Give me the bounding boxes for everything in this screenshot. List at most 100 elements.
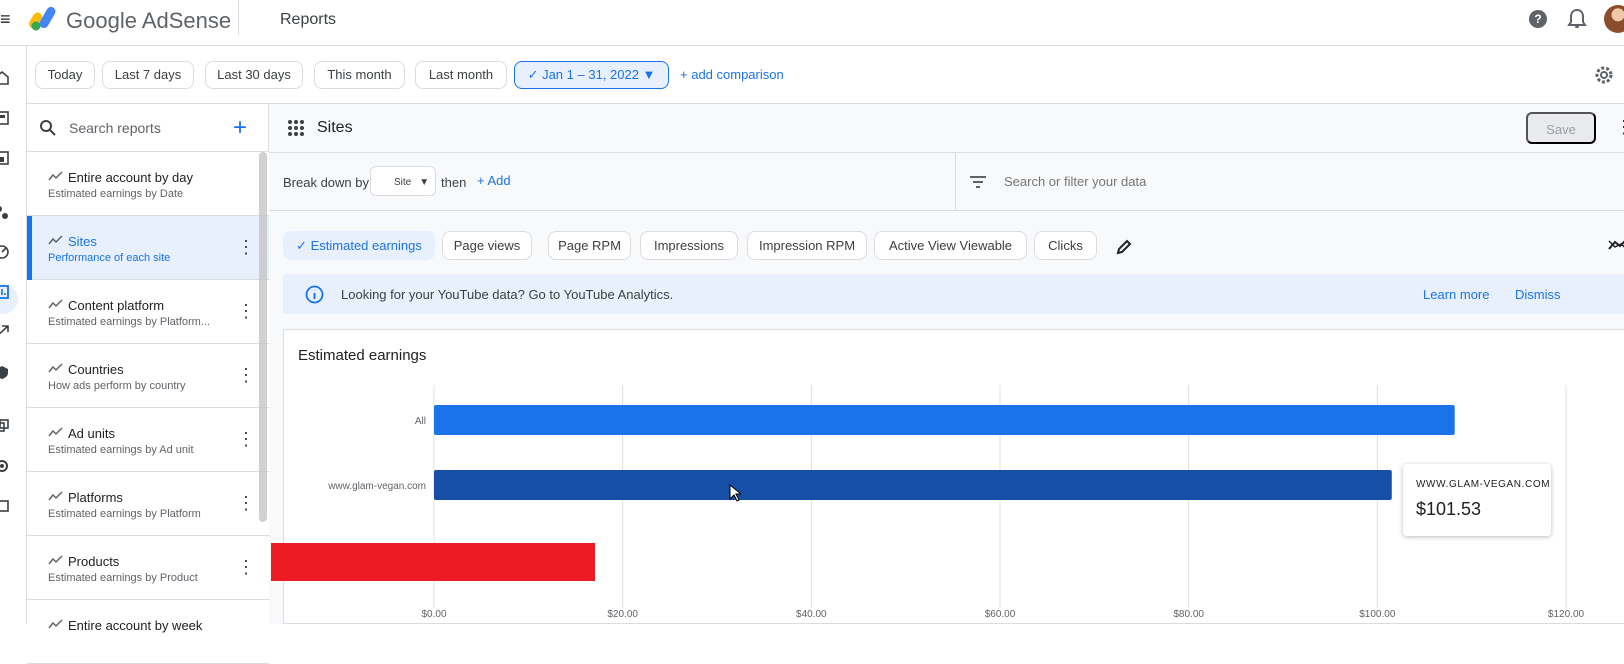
help-icon[interactable]: ? <box>1528 9 1548 29</box>
youtube-notice-banner: Looking for your YouTube data? Go to You… <box>283 274 1624 314</box>
metric-page-views-chip[interactable]: Page views <box>442 231 532 260</box>
plus-icon: + <box>680 67 692 82</box>
sites-icon[interactable] <box>0 150 10 166</box>
report-subtitle: Estimated earnings by Ad unit <box>48 444 194 456</box>
metric-page-rpm-chip[interactable]: Page RPM <box>548 231 631 260</box>
report-item-entire-account-by-day[interactable]: Entire account by day Estimated earnings… <box>27 152 269 216</box>
report-subtitle: How ads perform by country <box>48 380 186 392</box>
report-title: Entire account by day <box>68 170 194 185</box>
metric-impressions-chip[interactable]: Impressions <box>640 231 738 260</box>
trend-line-icon <box>48 555 63 565</box>
more-vert-icon[interactable]: ⋮ <box>1615 117 1624 138</box>
add-comparison-link[interactable]: + add comparison <box>680 67 784 82</box>
more-vert-icon[interactable]: ⋮ <box>237 494 255 512</box>
edit-metrics-pencil-icon[interactable] <box>1115 238 1133 256</box>
check-icon: ✓ <box>527 67 543 82</box>
x-tick-label: $0.00 <box>421 609 446 620</box>
chart-trend-icon[interactable] <box>1607 236 1624 252</box>
report-item-content-platform[interactable]: Content platform Estimated earnings by P… <box>27 280 269 344</box>
trend-line-icon <box>48 491 63 501</box>
category-label: All <box>415 416 426 427</box>
report-title: Platforms <box>68 490 123 505</box>
reports-icon[interactable] <box>0 284 10 300</box>
more-vert-icon[interactable]: ⋮ <box>237 302 255 320</box>
bar-glam-vegan[interactable] <box>434 470 1392 500</box>
report-title: Countries <box>68 362 124 377</box>
mouse-cursor-icon <box>729 484 741 502</box>
report-item-entire-account-by-week[interactable]: Entire account by week <box>27 600 269 664</box>
notifications-icon[interactable] <box>1567 8 1587 30</box>
gear-icon[interactable] <box>1593 64 1615 86</box>
menu-icon[interactable]: ≡ <box>0 10 11 28</box>
report-item-platforms[interactable]: Platforms Estimated earnings by Platform… <box>27 472 269 536</box>
account-avatar[interactable] <box>1604 5 1624 33</box>
date-range-label: Jan 1 – 31, 2022 <box>542 67 639 82</box>
dismiss-link[interactable]: Dismiss <box>1515 287 1561 302</box>
learn-more-link[interactable]: Learn more <box>1423 287 1489 302</box>
breakdown-selected-value: Site <box>394 177 412 188</box>
save-button[interactable]: Save <box>1526 112 1596 144</box>
apps-grid-icon[interactable] <box>287 119 305 137</box>
trend-icon[interactable] <box>0 324 10 340</box>
content-icon[interactable] <box>0 110 10 126</box>
breakdown-toolbar: Break down by Site ▼ then + Add <box>269 153 1624 211</box>
payments-icon[interactable] <box>0 498 10 514</box>
more-vert-icon[interactable]: ⋮ <box>237 238 255 256</box>
metric-label: Estimated earnings <box>310 238 422 253</box>
category-label: www.glam-vegan.com <box>327 481 426 492</box>
adsense-logo-icon <box>29 6 56 31</box>
brand-safety-icon[interactable] <box>0 364 10 380</box>
performance-icon[interactable] <box>0 244 10 260</box>
left-navigation-rail <box>0 46 27 624</box>
sidebar-scrollbar[interactable] <box>259 152 267 522</box>
top-app-bar: ≡ Google AdSense Reports ? <box>0 0 1624 46</box>
trend-line-icon <box>48 171 63 181</box>
report-item-products[interactable]: Products Estimated earnings by Product ⋮ <box>27 536 269 600</box>
last-30-days-filter-button[interactable]: Last 30 days <box>205 61 303 89</box>
report-subtitle: Estimated earnings by Product <box>48 572 198 584</box>
report-list: Entire account by day Estimated earnings… <box>27 152 269 664</box>
youtube-notice-text: Looking for your YouTube data? Go to You… <box>341 287 674 302</box>
breakdown-select[interactable]: Site ▼ <box>370 166 436 196</box>
report-item-countries[interactable]: Countries How ads perform by country ⋮ <box>27 344 269 408</box>
last-month-filter-button[interactable]: Last month <box>415 61 507 89</box>
report-item-sites[interactable]: Sites Performance of each site ⋮ <box>27 216 269 280</box>
report-subtitle: Performance of each site <box>48 252 171 264</box>
chevron-down-icon: ▼ <box>419 177 430 188</box>
bar-all[interactable] <box>434 405 1455 435</box>
filter-data-input[interactable] <box>1004 174 1304 189</box>
report-title: Products <box>68 554 120 569</box>
create-report-icon[interactable]: + <box>233 114 247 142</box>
today-filter-button[interactable]: Today <box>35 61 95 89</box>
more-vert-icon[interactable]: ⋮ <box>237 366 255 384</box>
metric-clicks-chip[interactable]: Clicks <box>1034 231 1097 260</box>
svg-text:?: ? <box>1534 12 1541 26</box>
add-breakdown-button[interactable]: + Add <box>477 173 511 188</box>
copy-icon[interactable] <box>0 418 10 434</box>
trend-line-icon <box>48 235 63 245</box>
users-icon[interactable] <box>0 204 10 220</box>
metric-active-view-viewable-chip[interactable]: Active View Viewable <box>874 231 1027 260</box>
this-month-filter-button[interactable]: This month <box>314 61 405 89</box>
redacted-overlay <box>271 543 595 581</box>
home-icon[interactable] <box>0 70 10 86</box>
tooltip-value: $101.53 <box>1416 499 1482 519</box>
reports-sidebar: Search reports + Entire account by day E… <box>27 104 269 664</box>
last-7-days-filter-button[interactable]: Last 7 days <box>102 61 194 89</box>
more-vert-icon[interactable]: ⋮ <box>237 558 255 576</box>
report-title: Entire account by week <box>68 618 203 633</box>
search-reports-input[interactable]: Search reports <box>69 120 161 136</box>
report-subtitle: Estimated earnings by Platform... <box>48 316 211 328</box>
more-vert-icon[interactable]: ⋮ <box>237 430 255 448</box>
x-tick-label: $120.00 <box>1548 609 1585 620</box>
date-range-dropdown[interactable]: ✓ Jan 1 – 31, 2022 ▼ <box>514 61 669 89</box>
x-tick-label: $60.00 <box>985 609 1016 620</box>
metric-impression-rpm-chip[interactable]: Impression RPM <box>747 231 867 260</box>
x-tick-label: $80.00 <box>1173 609 1204 620</box>
report-title: Ad units <box>68 426 115 441</box>
report-item-ad-units[interactable]: Ad units Estimated earnings by Ad unit ⋮ <box>27 408 269 472</box>
settings-icon[interactable] <box>0 458 10 474</box>
x-tick-label: $100.00 <box>1359 609 1396 620</box>
metric-estimated-earnings-chip[interactable]: ✓ Estimated earnings <box>283 231 435 260</box>
plus-icon: + <box>477 173 488 188</box>
